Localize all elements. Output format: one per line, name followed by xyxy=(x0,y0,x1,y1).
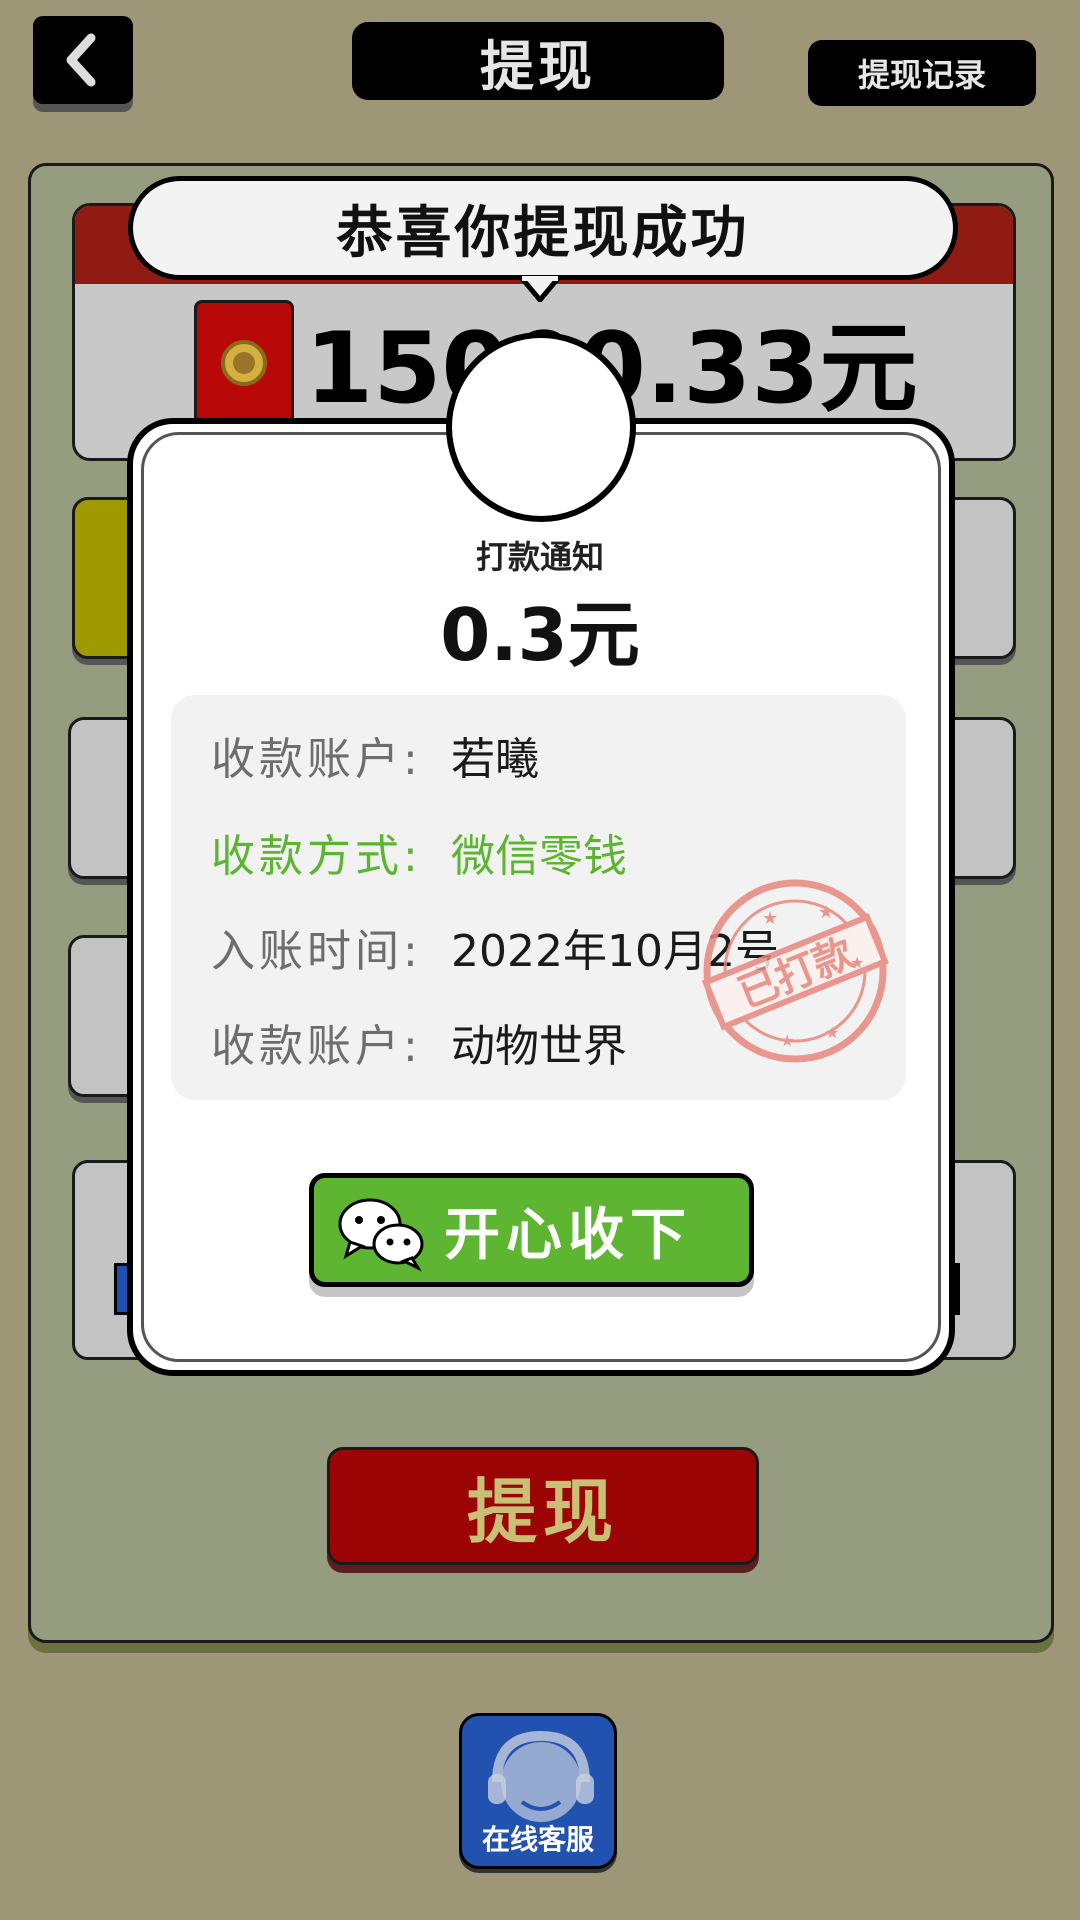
detail-key: 收款账户: xyxy=(211,734,422,785)
detail-row-method: 收款方式: 微信零钱 xyxy=(211,822,627,882)
svg-text:★: ★ xyxy=(762,908,778,929)
chevron-left-icon xyxy=(66,33,96,87)
svg-text:★: ★ xyxy=(850,953,864,972)
notice-title: 打款通知 xyxy=(475,538,604,576)
wechat-icon xyxy=(338,1198,424,1272)
confirm-receive-button[interactable]: 开心收下 xyxy=(309,1173,754,1287)
coin-icon xyxy=(221,340,267,386)
detail-key: 收款方式: xyxy=(211,831,422,882)
paid-stamp: 已打款 ★ ★ ★ ★ ★ xyxy=(701,879,889,1063)
detail-value: 动物世界 xyxy=(451,1021,627,1072)
detail-value: 微信零钱 xyxy=(451,831,627,882)
bubble-tail xyxy=(520,276,560,302)
customer-service-label: 在线客服 xyxy=(481,1823,594,1856)
detail-key: 入账时间: xyxy=(211,926,422,977)
customer-service-button[interactable]: 在线客服 xyxy=(459,1713,617,1869)
svg-text:★: ★ xyxy=(818,902,834,923)
detail-row-time: 入账时间: 2022年10月2号 xyxy=(211,917,779,977)
svg-text:★: ★ xyxy=(825,1023,839,1042)
detail-row-account: 收款账户: 若曦 xyxy=(211,725,539,785)
notice-amount: 0.3元 xyxy=(440,593,640,677)
detail-key: 收款账户: xyxy=(211,1021,422,1072)
detail-value: 若曦 xyxy=(451,734,539,785)
confirm-receive-label: 开心收下 xyxy=(444,1202,692,1268)
page-title: 提现 xyxy=(352,22,724,100)
back-button[interactable] xyxy=(33,16,133,104)
avatar xyxy=(446,332,636,522)
svg-text:★: ★ xyxy=(780,1031,794,1050)
success-bubble: 恭喜你提现成功 xyxy=(128,176,958,280)
detail-row-account-2: 收款账户: 动物世界 xyxy=(211,1012,627,1072)
withdraw-button[interactable]: 提现 xyxy=(327,1447,759,1565)
withdraw-record-button[interactable]: 提现记录 xyxy=(808,40,1036,106)
